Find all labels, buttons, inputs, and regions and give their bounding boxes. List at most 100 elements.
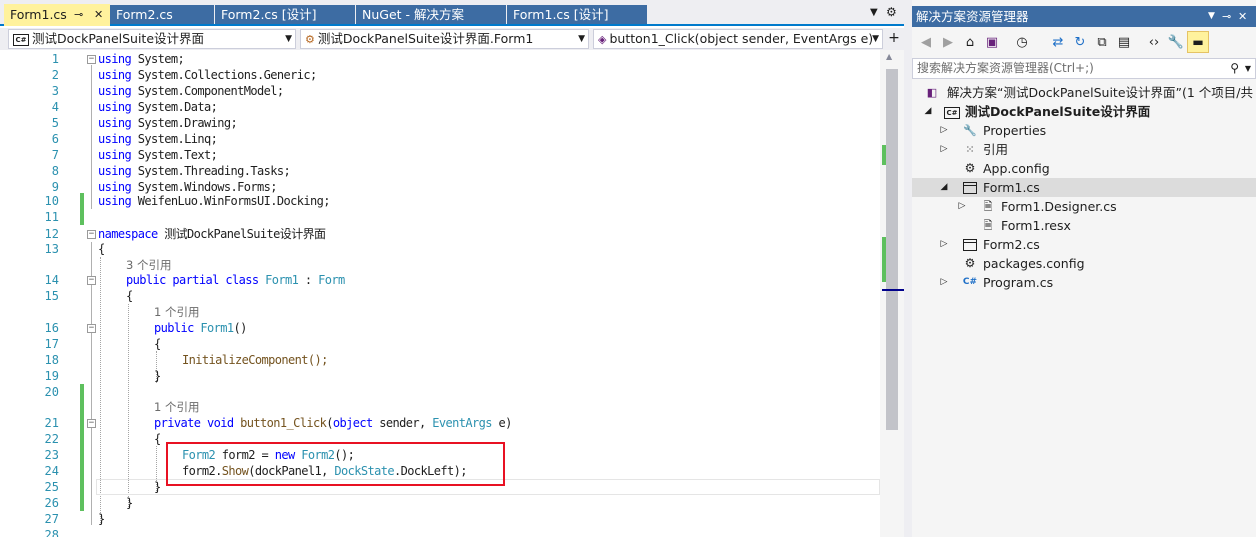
collapse-all-icon[interactable]: ⧉ [1092,33,1112,53]
project-dropdown[interactable]: C# 测试DockPanelSuite设计界面 ▼ [8,29,296,49]
collapsed-arrow-icon[interactable]: ▷ [938,235,950,254]
code-text: private void button1_Click(object sender… [154,416,512,430]
expanded-arrow-icon[interactable]: ◢ [938,178,950,197]
code-text: } [98,512,105,526]
codelens-constructor-references[interactable]: 1 个引用 [0,304,880,320]
code-line: 12− namespace 测试DockPanelSuite设计界面 [44,227,326,241]
code-line: 2 using System.Collections.Generic; [51,68,317,82]
csharp-project-icon: C# [13,33,29,46]
code-line: 27} [44,512,106,526]
search-icon[interactable]: ⚲ [1230,59,1239,78]
close-icon[interactable]: ✕ [94,4,103,26]
change-marker [80,209,84,225]
chevron-down-icon[interactable]: ▼ [870,7,878,18]
properties-icon[interactable]: 🔧 [1166,33,1186,53]
split-editor-button[interactable]: + [887,29,901,49]
csharp-file-icon: C# [962,277,978,287]
forward-icon[interactable]: ▶ [938,33,958,53]
vertical-scrollbar[interactable]: ▲ [880,50,904,537]
code-line: 28 [44,528,59,537]
codelens-method-references[interactable]: 1 个引用 [0,399,880,415]
change-marker [80,495,84,511]
chevron-down-icon: ▼ [285,34,292,44]
chevron-down-icon: ▼ [578,34,585,44]
code-text: InitializeComponent(); [182,353,328,367]
scrollbar-thumb[interactable] [886,69,898,430]
code-line: 8 using System.Threading.Tasks; [51,164,291,178]
tree-item-form1-designer[interactable]: ▷ 🗎 Form1.Designer.cs [912,197,1256,216]
form-icon [963,182,977,194]
codelens-class-references[interactable]: 3 个引用 [0,257,880,273]
project-dropdown-value: 测试DockPanelSuite设计界面 [32,31,205,46]
pending-changes-icon[interactable]: ◷ [1012,33,1032,53]
code-editor-pane: Form1.cs ⊸ ✕ Form2.cs Form2.cs [设计] NuGe… [0,0,904,537]
gear-icon[interactable]: ⚙ [886,5,897,19]
scroll-up-icon[interactable]: ▲ [886,52,892,61]
type-dropdown[interactable]: ⚙ 测试DockPanelSuite设计界面.Form1 ▼ [300,29,589,49]
tree-item-form1-cs[interactable]: ◢ Form1.cs [912,178,1256,197]
preview-icon[interactable]: ▬ [1187,31,1209,53]
pane-splitter[interactable] [904,0,912,537]
collapse-icon[interactable]: − [87,55,96,64]
collapsed-arrow-icon[interactable]: ▷ [956,197,968,216]
expanded-arrow-icon[interactable]: ◢ [922,102,934,121]
code-text: { [126,289,133,303]
close-icon[interactable]: ✕ [1238,6,1247,27]
tab-form1-cs[interactable]: Form1.cs ⊸ ✕ [4,4,110,26]
solution-explorer-title-bar: 解决方案资源管理器 ▼ ⊸ ✕ [912,6,1256,27]
code-line: 20 [0,384,880,400]
collapse-icon[interactable]: − [87,230,96,239]
solution-explorer: 解决方案资源管理器 ▼ ⊸ ✕ ◀ ▶ ⌂ ▣ ◷ ⇄ ↻ ⧉ ▤ ‹› 🔧 ▬… [912,0,1256,537]
pin-icon[interactable]: ⊸ [74,4,83,26]
home-icon[interactable]: ⌂ [960,33,980,53]
tab-nuget-solution[interactable]: NuGet - 解决方案 [356,5,506,24]
collapse-icon[interactable]: − [87,276,96,285]
code-text: using System.Text; [98,148,218,162]
code-text: using System; [98,52,185,66]
tree-item-properties[interactable]: ▷ 🔧 Properties [912,121,1256,140]
code-line: 19} [44,369,162,383]
pin-icon[interactable]: ⊸ [1222,6,1231,27]
refresh-icon[interactable]: ↻ [1070,33,1090,53]
tree-item-program-cs[interactable]: ▷ C# Program.cs [912,273,1256,292]
code-text: using System.Threading.Tasks; [98,164,291,178]
show-all-files-icon[interactable]: ▤ [1114,33,1134,53]
code-text: } [126,496,133,510]
change-marker [882,145,886,165]
collapsed-arrow-icon[interactable]: ▷ [938,140,950,159]
tab-form2-designer[interactable]: Form2.cs [设计] [215,5,355,24]
member-dropdown-value: button1_Click(object sender, EventArgs e… [609,31,874,46]
tree-item-form1-resx[interactable]: 🗎 Form1.resx [912,216,1256,235]
member-dropdown[interactable]: ◈ button1_Click(object sender, EventArgs … [593,29,883,49]
switch-views-icon[interactable]: ▣ [982,33,1002,53]
tab-form1-designer[interactable]: Form1.cs [设计] [507,5,647,24]
back-icon[interactable]: ◀ [916,33,936,53]
sync-icon[interactable]: ⇄ [1048,33,1068,53]
code-line: 13{ [44,242,106,256]
collapse-icon[interactable]: − [87,324,96,333]
code-line: 7 using System.Text; [51,148,218,162]
tree-item-solution[interactable]: ◧ 解决方案“测试DockPanelSuite设计界面”(1 个项目/共 1 个 [912,83,1256,102]
chevron-down-icon[interactable]: ▼ [1208,6,1215,27]
caret-position-marker [882,289,904,291]
code-text: { [154,432,161,446]
view-code-icon[interactable]: ‹› [1144,33,1164,53]
tab-form2-cs[interactable]: Form2.cs [110,5,214,24]
solution-search-input[interactable]: 搜索解决方案资源管理器(Ctrl+;) ⚲ ▼ [912,58,1256,79]
code-text: public partial class Form1 : Form [126,273,345,287]
chevron-down-icon[interactable]: ▼ [1245,59,1251,78]
tree-item-references[interactable]: ▷ ⁙ 引用 [912,140,1256,159]
collapse-icon[interactable]: − [87,419,96,428]
collapsed-arrow-icon[interactable]: ▷ [938,273,950,292]
config-file-icon: ⚙ [964,256,976,270]
class-icon: ⚙ [305,32,315,46]
code-line: 6 using System.Linq; [51,132,218,146]
tree-item-form2-cs[interactable]: ▷ Form2.cs [912,235,1256,254]
collapsed-arrow-icon[interactable]: ▷ [938,121,950,140]
code-text-area[interactable]: 1− using System; 2 using System.Collection… [0,50,880,537]
references-icon: ⁙ [965,143,975,156]
tree-item-packages-config[interactable]: ⚙ packages.config [912,254,1256,273]
tree-item-project[interactable]: ◢ C# 测试DockPanelSuite设计界面 [912,102,1256,121]
tree-item-app-config[interactable]: ⚙ App.config [912,159,1256,178]
code-text: using System.Data; [98,100,218,114]
